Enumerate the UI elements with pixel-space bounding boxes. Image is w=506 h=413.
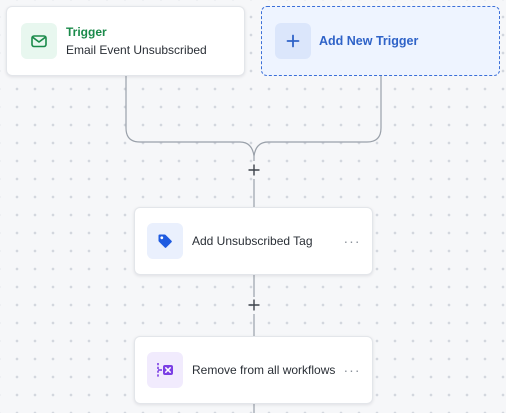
more-options-icon[interactable]: ···: [338, 233, 366, 249]
plus-icon: [248, 164, 260, 176]
trigger-title: Trigger: [66, 24, 107, 39]
add-step-button[interactable]: [246, 162, 262, 178]
add-step-button[interactable]: [246, 297, 262, 313]
envelope-icon: [21, 23, 57, 59]
trigger-event: Email Event Unsubscribed: [66, 42, 207, 57]
action-label: Remove from all workflows: [192, 363, 336, 377]
more-options-icon[interactable]: ···: [338, 362, 366, 378]
action-card-add-tag[interactable]: Add Unsubscribed Tag ···: [134, 207, 373, 275]
remove-workflow-icon: [147, 352, 183, 388]
add-new-trigger-button[interactable]: Add New Trigger: [261, 6, 500, 76]
add-new-trigger-label: Add New Trigger: [319, 34, 419, 48]
trigger-card[interactable]: Trigger Email Event Unsubscribed: [6, 6, 245, 76]
plus-icon: [275, 23, 311, 59]
action-label: Add Unsubscribed Tag: [192, 234, 313, 248]
tag-icon: [147, 223, 183, 259]
plus-icon: [248, 299, 260, 311]
action-card-remove-workflows[interactable]: Remove from all workflows ···: [134, 336, 373, 404]
